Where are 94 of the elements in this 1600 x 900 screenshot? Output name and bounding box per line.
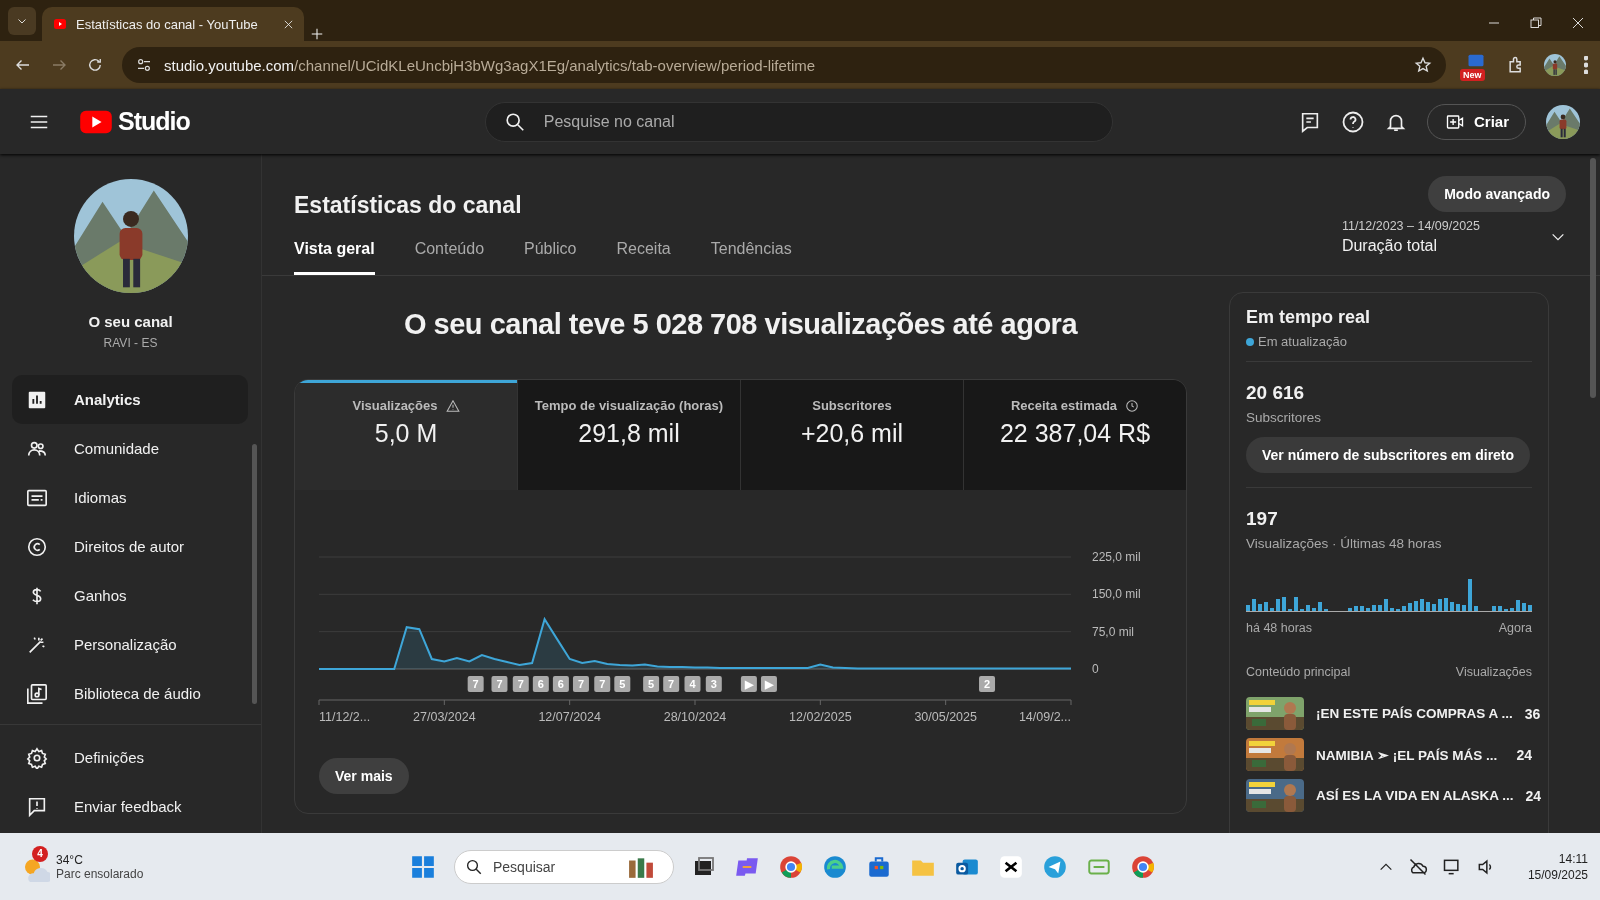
card-title: Em tempo real (1246, 307, 1372, 328)
warning-icon (445, 398, 460, 413)
column-header: Conteúdo principal (1246, 665, 1351, 679)
view-count: 24 (1525, 787, 1542, 804)
tab[interactable]: Vista geral (294, 240, 375, 275)
address-bar[interactable]: studio.youtube.com/channel/UCidKLeUncbjH3bWg3agX1Eg/analytics/tab-overview/period-lifetime (122, 47, 1446, 83)
tab[interactable]: Receita (616, 240, 671, 275)
axis-label: Agora (1498, 621, 1532, 635)
metric-tab[interactable]: Subscritores +20,6 mil (740, 380, 963, 490)
axis-label: 12/02/2025 (789, 710, 852, 724)
chrome-icon (778, 853, 804, 880)
status-text: Em atualização (1258, 334, 1347, 349)
close-icon (1572, 17, 1584, 29)
reload-icon (86, 56, 104, 74)
see-more-button[interactable]: Ver mais (319, 758, 409, 794)
sidebar-item[interactable]: Ganhos (12, 571, 248, 620)
feedback-icon (26, 795, 48, 818)
search-bar[interactable]: Pesquise no canal (484, 101, 1113, 142)
star-icon (1414, 56, 1432, 74)
music-library-icon (26, 682, 48, 705)
search-icon (503, 110, 526, 133)
subscriber-count: 20 616 (1246, 382, 1306, 404)
logo-text: Studio (118, 107, 190, 136)
more-icon (1584, 56, 1588, 74)
column-header: Visualizações (1455, 665, 1532, 679)
date-range-picker[interactable]: 11/12/2023 – 14/09/2025 Duração total (1341, 219, 1566, 275)
tab-title: Estatísticas do canal - YouTube (76, 16, 259, 32)
site-settings-icon (136, 57, 152, 73)
sidebar-item[interactable]: Biblioteca de áudio (12, 669, 248, 718)
clock-time: 14:11 (1558, 851, 1588, 866)
taskbar-search-field[interactable]: Pesquisar (493, 850, 613, 883)
subscriber-label: Subscritores (1246, 410, 1323, 425)
view-count: 24 (1516, 746, 1532, 763)
axis-label: 12/07/2024 (538, 710, 601, 724)
status-dot (1246, 337, 1254, 346)
sidebar-item[interactable]: Definições (12, 733, 248, 782)
axis-label: 30/05/2025 (914, 710, 977, 724)
axis-label: há 48 horas (1246, 621, 1313, 635)
metric-tab[interactable]: Tempo de visualização (horas) 291,8 mil (517, 380, 740, 490)
view-count: 36 (1524, 705, 1541, 722)
axis-label: 225,0 mil (1092, 550, 1141, 564)
sidebar-item[interactable]: Enviar feedback (12, 782, 248, 831)
clock-date: 15/09/2025 (1527, 867, 1588, 882)
settings-icon (26, 746, 48, 769)
chrome-icon (1130, 853, 1156, 880)
clock-icon (1125, 398, 1140, 413)
views-count: 197 (1246, 508, 1279, 530)
sidebar-item[interactable]: Direitos de autor (12, 522, 248, 571)
tab-search-button[interactable] (8, 7, 36, 35)
axis-label: 14/09/2... (1018, 710, 1071, 724)
metric-tab[interactable]: Visualizações 5,0 M (295, 380, 517, 490)
edge-icon (822, 853, 848, 880)
tab[interactable]: Tendências (710, 240, 792, 275)
axis-label: 11/12/2... (319, 710, 371, 724)
advanced-mode-button[interactable]: Modo avançado (1428, 176, 1566, 212)
restore-icon (1530, 17, 1542, 29)
windows-icon (410, 853, 436, 880)
close-icon (283, 18, 294, 30)
sidebar-item[interactable]: Analytics (12, 375, 248, 424)
sidebar-item[interactable]: Idiomas (12, 473, 248, 522)
video-logo-icon (52, 18, 68, 30)
video-title[interactable]: ASÍ ES LA VIDA EN ALASKA ... (1316, 788, 1514, 803)
sidebar-item[interactable]: Comunidade (12, 424, 248, 473)
paper-plane-icon (1042, 853, 1068, 880)
video-title[interactable]: NAMIBIA ➣ ¡EL PAÍS MÁS ... (1316, 746, 1505, 763)
weather-text: Parc ensolarado (56, 866, 144, 881)
metric-tab[interactable]: Receita estimada 22 387,04 R$ (963, 380, 1186, 490)
plus-icon (310, 27, 324, 41)
axis-label: 150,0 mil (1092, 587, 1141, 602)
taskbar-search-bar[interactable]: Pesquisar (454, 849, 674, 884)
play-logo-icon (78, 108, 114, 135)
axis-label: 0 (1092, 662, 1099, 676)
cloud-off-icon (1407, 856, 1428, 877)
help-icon (1340, 109, 1365, 134)
axis-label: 28/10/2024 (663, 710, 727, 724)
copyright-icon (26, 535, 48, 558)
page-title: Estatísticas do canal (294, 192, 522, 219)
views-label: Visualizações · Últimas 48 horas (1246, 536, 1443, 551)
axis-label: 75,0 mil (1092, 624, 1135, 639)
live-count-button[interactable]: Ver número de subscritores em direto (1246, 437, 1531, 473)
channel-name: O seu canal (88, 313, 173, 330)
headline: O seu canal teve 5 028 708 visualizações até agora (404, 308, 1077, 341)
sidebar-item[interactable]: Personalização (12, 620, 248, 669)
browser-tab[interactable]: Estatísticas do canal - YouTube (42, 7, 304, 41)
search-field[interactable]: Pesquise no canal (543, 102, 1094, 141)
temperature: 34°C (56, 852, 84, 867)
tab[interactable]: Público (524, 240, 577, 275)
tab[interactable]: Conteúdo (414, 240, 485, 275)
search-icon (465, 857, 483, 876)
video-title[interactable]: ¡EN ESTE PAÍS COMPRAS A ... (1316, 706, 1513, 721)
notification-badge: 4 (32, 845, 48, 862)
new-badge: New (1460, 69, 1485, 81)
axis-label: 27/03/2024 (413, 710, 476, 724)
channel-handle: RAVI - ES (103, 336, 158, 350)
